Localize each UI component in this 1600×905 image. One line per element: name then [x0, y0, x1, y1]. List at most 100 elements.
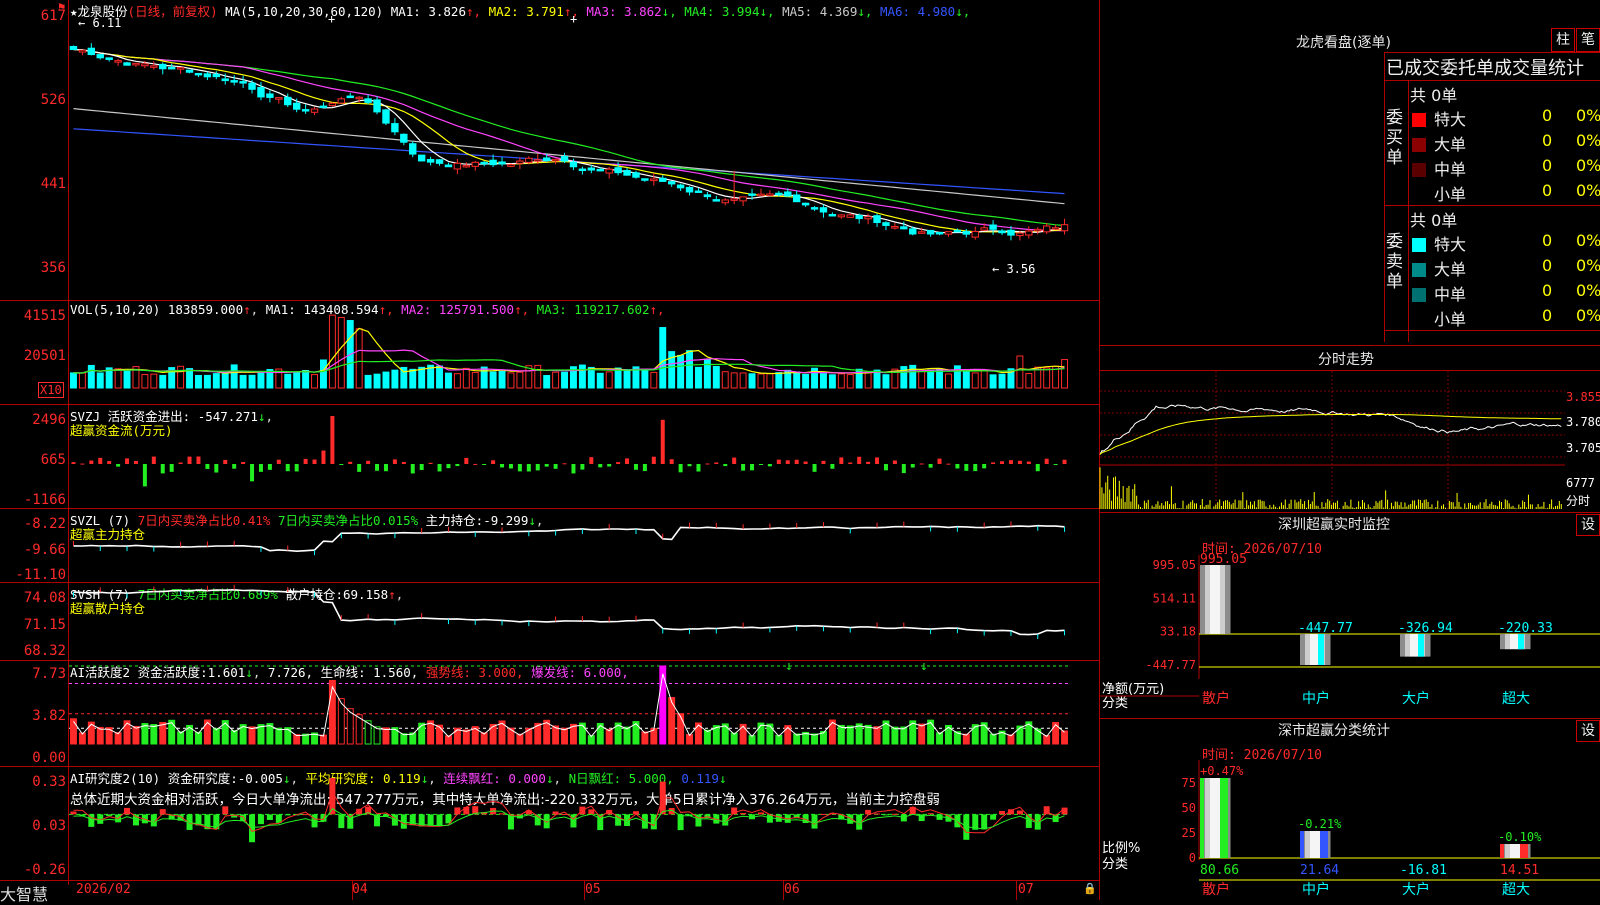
- candle-body: [766, 193, 774, 196]
- volume-bar: [96, 372, 104, 389]
- research-bar: [1016, 810, 1023, 815]
- candle-body: [346, 95, 354, 99]
- volume-bar: [355, 328, 363, 389]
- candle-body: [69, 45, 78, 51]
- bar-segment: [1510, 844, 1516, 858]
- color-swatch: [1412, 263, 1426, 277]
- candle-body: [971, 230, 979, 238]
- fund-flow-bar: [669, 459, 674, 464]
- research-bar: [266, 814, 273, 820]
- bar-segment: [1500, 633, 1506, 650]
- settings-button[interactable]: 设: [1576, 720, 1600, 742]
- candle-body: [962, 231, 971, 235]
- candle-body: [864, 216, 872, 220]
- ma-items: MA1: 3.826↑, MA2: 3.791↑, MA3: 3.862↓, M…: [390, 4, 971, 19]
- volume-bar: [614, 367, 622, 389]
- volume-bar: [918, 370, 926, 389]
- research-bar: [874, 813, 881, 815]
- intraday-unit: 分时: [1566, 494, 1591, 508]
- lhb-row: 特大 0 0%: [1412, 231, 1600, 255]
- lhb-row: 中单 0 0%: [1412, 281, 1600, 305]
- intraday-chart[interactable]: [1099, 371, 1600, 511]
- monitor-tick: 995.05: [1153, 558, 1196, 572]
- research-bar: [882, 814, 889, 816]
- volume-bar: [677, 354, 685, 389]
- candle-body: [837, 214, 846, 218]
- volume-bar: [980, 369, 988, 389]
- settings-button[interactable]: 设: [1576, 514, 1600, 536]
- bar-view-button[interactable]: 柱: [1551, 28, 1575, 52]
- candle-body: [560, 156, 569, 162]
- volume-bar: [927, 369, 935, 389]
- fund-flow-bar: [71, 462, 76, 464]
- research-bar: [865, 809, 872, 815]
- volume-bar: [846, 374, 854, 389]
- fund-flow-bar: [116, 464, 121, 467]
- row-pct: 0%: [1576, 106, 1600, 125]
- candle-body: [748, 193, 756, 196]
- fund-flow-bar: [142, 464, 147, 487]
- candlestick-chart[interactable]: [69, 18, 1099, 300]
- class-bar-accent: [1200, 778, 1204, 858]
- activity-bar: [248, 726, 256, 745]
- candle-body: [578, 168, 587, 172]
- fund-flow-bar: [205, 464, 210, 469]
- volume-bar: [543, 375, 551, 389]
- activity-bar: [846, 725, 854, 745]
- fund-flow-bar: [1026, 461, 1031, 464]
- fund-flow-bar: [80, 463, 85, 465]
- retail-holding-line: [73, 588, 1065, 636]
- fund-flow-bar: [401, 461, 406, 464]
- fund-flow-bar: [482, 464, 487, 465]
- volume-bar: [177, 365, 185, 389]
- candle-body: [596, 168, 604, 172]
- ma30-line: [73, 48, 1065, 227]
- candle-body: [221, 78, 229, 82]
- candle-body: [355, 96, 363, 100]
- vol-unit-badge[interactable]: X10: [38, 382, 64, 398]
- ma60-line: [73, 108, 1065, 205]
- volume-bar: [248, 374, 256, 389]
- class-category: 大户: [1402, 881, 1430, 898]
- volume-bar: [453, 373, 461, 389]
- sz-monitor-chart: 995.05 514.11 33.18 -447.77 995.05 散户 -447.77 中…: [1100, 552, 1600, 711]
- fund-flow-bar: [803, 461, 808, 464]
- monitor-category: 大户: [1402, 690, 1430, 707]
- svzj-tick: 665: [40, 452, 66, 468]
- fund-flow-bar: [892, 460, 897, 464]
- intraday-title: 分时走势: [1318, 352, 1374, 368]
- candle-body: [909, 228, 917, 235]
- activity-bar: [659, 665, 667, 745]
- candle-body: [301, 109, 310, 112]
- candle-body: [998, 230, 1006, 234]
- row-pct: 0%: [1576, 156, 1600, 175]
- activity-bar: [891, 726, 899, 745]
- fund-flow-bar: [544, 464, 549, 467]
- ma20-line: [73, 48, 1065, 232]
- candle-body: [667, 181, 676, 185]
- fund-flow-bar: [258, 464, 263, 472]
- volume-bar: [302, 369, 310, 389]
- volume-bar: [70, 372, 77, 389]
- research-bar: [891, 813, 898, 815]
- flag-icon[interactable]: ⚑: [58, 0, 65, 14]
- price-tick: 617: [40, 8, 66, 24]
- candle-body: [775, 192, 783, 196]
- star-icon[interactable]: ★: [70, 4, 78, 19]
- period-label[interactable]: (日线，前复权): [128, 4, 218, 19]
- color-swatch: [1412, 238, 1426, 252]
- ma-label: MA(5,10,20,30,60,120): [225, 4, 384, 19]
- color-swatch: [1412, 188, 1426, 202]
- monitor-bar-accent: [1518, 633, 1524, 650]
- row-label: 特大: [1434, 235, 1467, 254]
- volume-bar: [489, 371, 497, 389]
- tick-view-button[interactable]: 笔: [1576, 28, 1600, 52]
- candle-body: [212, 73, 221, 78]
- activity-bar: [150, 724, 158, 745]
- candle-body: [819, 207, 828, 213]
- ai2-tick: -0.26: [23, 862, 66, 878]
- candle-body: [900, 226, 908, 230]
- monitor-bar: [1400, 633, 1431, 657]
- lock-icon[interactable]: 🔒: [1083, 882, 1097, 895]
- intraday-tick: 3.780: [1566, 415, 1600, 429]
